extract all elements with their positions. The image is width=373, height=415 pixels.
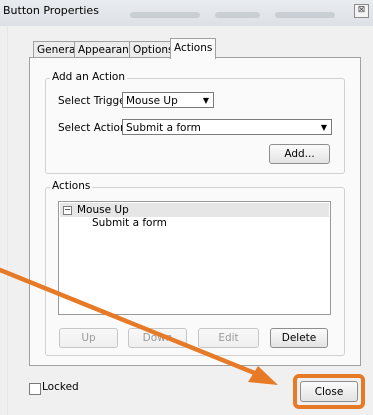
edit-button[interactable]: Edit <box>198 328 259 348</box>
blurred-background <box>130 12 200 18</box>
blurred-background <box>215 12 260 18</box>
tree-item-submit-form[interactable]: Submit a form <box>60 216 329 230</box>
button-properties-dialog: Button Properties ⊠ General Appearance O… <box>0 0 373 415</box>
left-border <box>0 26 8 415</box>
locked-label: Locked <box>42 381 79 393</box>
trigger-select-value: Mouse Up <box>126 95 178 107</box>
delete-button[interactable]: Delete <box>270 328 328 348</box>
select-action-label: Select Action: <box>58 122 131 134</box>
tree-item-label: Mouse Up <box>77 204 129 216</box>
actions-group-label: Actions <box>50 180 93 192</box>
locked-checkbox[interactable] <box>29 383 41 395</box>
actions-tree[interactable]: − Mouse Up Submit a form <box>58 201 331 315</box>
trigger-select[interactable]: Mouse Up ▼ <box>122 92 214 108</box>
window-title: Button Properties <box>3 4 99 17</box>
tree-item-mouse-up[interactable]: − Mouse Up <box>60 203 329 217</box>
collapse-icon[interactable]: − <box>63 206 72 215</box>
action-select[interactable]: Submit a form ▼ <box>122 119 332 135</box>
tab-actions[interactable]: Actions <box>170 38 217 59</box>
action-select-value: Submit a form <box>126 122 201 134</box>
annotation-arrow-head <box>248 366 278 385</box>
chevron-down-icon: ▼ <box>202 96 209 105</box>
add-action-group-label: Add an Action <box>50 71 127 83</box>
window-close-icon[interactable]: ⊠ <box>354 4 369 18</box>
chevron-down-icon: ▼ <box>320 123 327 132</box>
close-button-highlight <box>293 374 365 409</box>
blurred-background <box>275 12 335 18</box>
right-border <box>363 26 373 415</box>
title-bar[interactable]: Button Properties ⊠ <box>0 0 373 26</box>
move-up-button[interactable]: Up <box>59 328 118 348</box>
move-down-button[interactable]: Down <box>128 328 187 348</box>
tree-item-label: Submit a form <box>92 217 167 229</box>
add-action-button[interactable]: Add... <box>269 144 330 164</box>
